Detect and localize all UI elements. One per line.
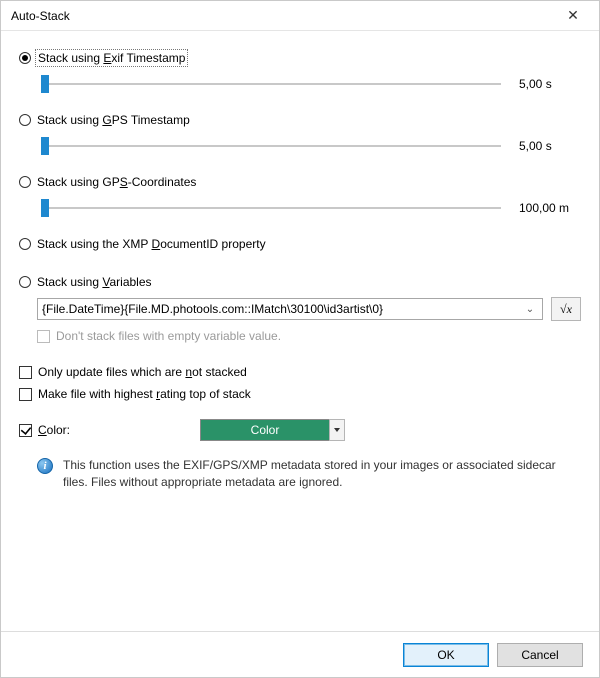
radio-icon xyxy=(19,276,31,288)
radio-icon xyxy=(19,176,31,188)
info-text: This function uses the EXIF/GPS/XMP meta… xyxy=(63,457,573,491)
radio-gps-ts-label: Stack using GPS Timestamp xyxy=(37,113,190,127)
check-no-empty-label: Don't stack files with empty variable va… xyxy=(56,329,281,343)
slider-gps-ts-value: 5,00 s xyxy=(519,139,581,153)
slider-gps-ts[interactable] xyxy=(41,135,501,157)
checkbox-icon xyxy=(19,366,32,379)
check-color[interactable]: Color: xyxy=(19,423,70,437)
color-picker[interactable]: Color xyxy=(200,419,345,441)
slider-gps-co-value: 100,00 m xyxy=(519,201,581,215)
slider-exif-value: 5,00 s xyxy=(519,77,581,91)
close-icon: ✕ xyxy=(567,7,579,24)
slider-thumb[interactable] xyxy=(41,75,49,93)
formula-icon: √x xyxy=(560,302,572,317)
variable-combo-text: {File.DateTime}{File.MD.photools.com::IM… xyxy=(42,302,522,316)
color-row: Color: Color xyxy=(19,419,581,441)
info-icon: i xyxy=(37,458,53,474)
radio-exif-label: Stack using Exif Timestamp xyxy=(37,51,186,65)
radio-xmp-documentid[interactable]: Stack using the XMP DocumentID property xyxy=(19,237,581,251)
radio-icon xyxy=(19,238,31,250)
dialog-footer: OK Cancel xyxy=(1,631,599,677)
check-color-label: Color: xyxy=(38,423,70,437)
ok-button[interactable]: OK xyxy=(403,643,489,667)
radio-icon xyxy=(19,52,31,64)
slider-gps-co[interactable] xyxy=(41,197,501,219)
color-dropdown-button[interactable] xyxy=(329,419,345,441)
slider-gps-ts-row: 5,00 s xyxy=(41,135,581,157)
checkbox-icon xyxy=(37,330,50,343)
slider-thumb[interactable] xyxy=(41,137,49,155)
formula-button[interactable]: √x xyxy=(551,297,581,321)
variable-combo[interactable]: {File.DateTime}{File.MD.photools.com::IM… xyxy=(37,298,543,320)
radio-variables[interactable]: Stack using Variables xyxy=(19,275,581,289)
radio-vars-label: Stack using Variables xyxy=(37,275,152,289)
radio-gps-co-label: Stack using GPS-Coordinates xyxy=(37,175,196,189)
check-only-not-label: Only update files which are not stacked xyxy=(38,365,247,379)
slider-track xyxy=(41,83,501,85)
slider-exif-row: 5,00 s xyxy=(41,73,581,95)
slider-track xyxy=(41,207,501,209)
radio-gps-coordinates[interactable]: Stack using GPS-Coordinates xyxy=(19,175,581,189)
checkbox-icon xyxy=(19,424,32,437)
radio-xmp-label: Stack using the XMP DocumentID property xyxy=(37,237,266,251)
slider-thumb[interactable] xyxy=(41,199,49,217)
window-title: Auto-Stack xyxy=(11,9,70,23)
variable-expression-row: {File.DateTime}{File.MD.photools.com::IM… xyxy=(37,297,581,321)
cancel-button[interactable]: Cancel xyxy=(497,643,583,667)
titlebar: Auto-Stack ✕ xyxy=(1,1,599,31)
check-rating-label: Make file with highest rating top of sta… xyxy=(38,387,251,401)
slider-exif[interactable] xyxy=(41,73,501,95)
check-no-empty: Don't stack files with empty variable va… xyxy=(37,329,581,343)
check-only-not-stacked[interactable]: Only update files which are not stacked xyxy=(19,365,581,379)
chevron-down-icon xyxy=(334,428,340,432)
radio-exif-timestamp[interactable]: Stack using Exif Timestamp xyxy=(19,51,581,65)
slider-gps-co-row: 100,00 m xyxy=(41,197,581,219)
check-rating-top[interactable]: Make file with highest rating top of sta… xyxy=(19,387,581,401)
chevron-down-icon: ⌄ xyxy=(522,304,538,315)
color-chip: Color xyxy=(200,419,330,441)
info-row: i This function uses the EXIF/GPS/XMP me… xyxy=(37,457,573,491)
radio-gps-timestamp[interactable]: Stack using GPS Timestamp xyxy=(19,113,581,127)
dialog-body: Stack using Exif Timestamp 5,00 s Stack … xyxy=(1,31,599,631)
checkbox-icon xyxy=(19,388,32,401)
close-button[interactable]: ✕ xyxy=(551,2,595,30)
slider-track xyxy=(41,145,501,147)
auto-stack-dialog: Auto-Stack ✕ Stack using Exif Timestamp … xyxy=(0,0,600,678)
radio-icon xyxy=(19,114,31,126)
